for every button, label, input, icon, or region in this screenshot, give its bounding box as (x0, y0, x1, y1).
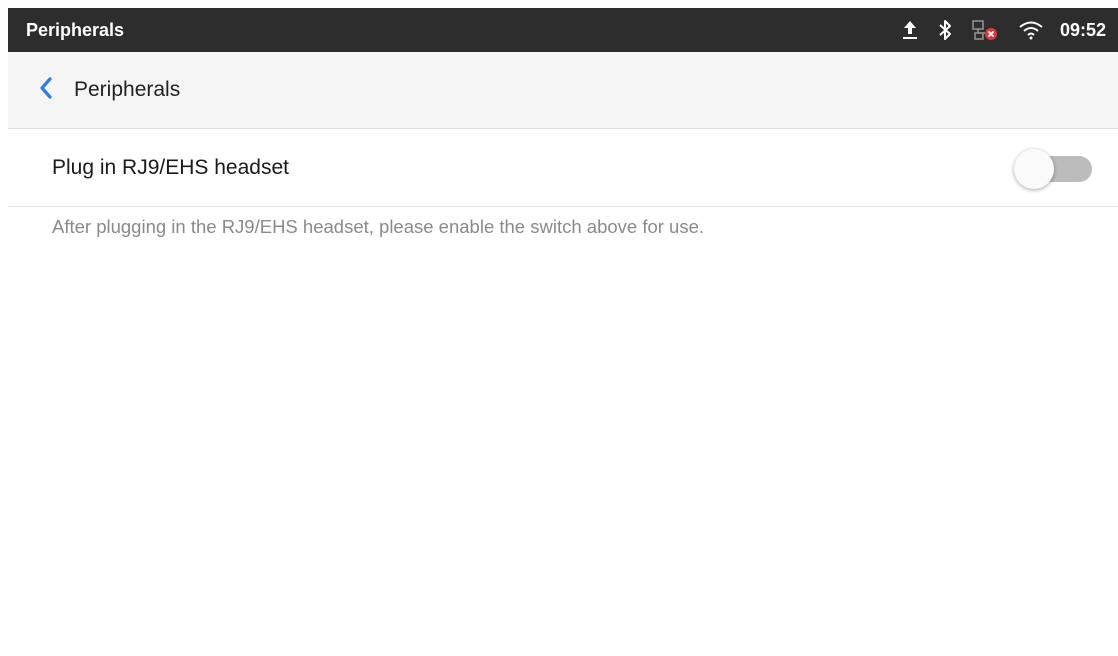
status-bar-title: Peripherals (26, 19, 125, 40)
status-icons: 09:52 (882, 19, 1106, 41)
setting-row-ehs-headset[interactable]: Plug in RJ9/EHS headset (8, 129, 1118, 207)
setting-label: Plug in RJ9/EHS headset (52, 155, 289, 179)
status-time: 09:52 (1059, 19, 1106, 40)
network-disconnected-icon (972, 19, 998, 41)
page-title: Peripherals (74, 78, 181, 101)
ehs-headset-toggle[interactable] (1014, 148, 1094, 189)
bluetooth-icon (938, 19, 952, 41)
status-bar: Peripherals 09:52 (8, 8, 1118, 52)
upload-icon (902, 20, 918, 40)
back-button[interactable] (26, 70, 66, 110)
wifi-icon (1018, 20, 1044, 40)
chevron-left-icon (38, 76, 54, 105)
app-bar: Peripherals (8, 52, 1118, 129)
toggle-thumb (1014, 148, 1054, 189)
frame-edge (0, 0, 8, 656)
setting-hint: After plugging in the RJ9/EHS headset, p… (52, 216, 705, 237)
